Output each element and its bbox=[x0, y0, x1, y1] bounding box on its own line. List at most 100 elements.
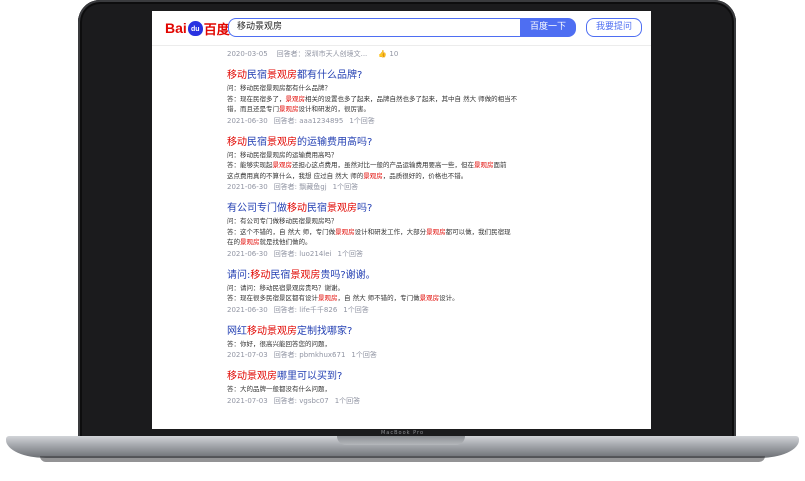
result-snippet-line: 问：请问：移动民宿景观房贵吗？谢谢。 bbox=[227, 283, 647, 294]
snippet-text: 答：这个不错的，自 然大 师，专门做 bbox=[227, 227, 336, 236]
result-date: 2021-06-30 bbox=[227, 305, 268, 314]
baidu-logo[interactable]: Bai du 百度 bbox=[165, 19, 230, 37]
result-answerer[interactable]: 回答者: luo214lei bbox=[274, 250, 332, 258]
bezel-label: MacBook Pro bbox=[380, 430, 425, 436]
keyword-highlight: 景观房 bbox=[285, 94, 306, 103]
result-title-link[interactable]: 移动民宿景观房的运输费用高吗? bbox=[227, 136, 647, 150]
result-date: 2021-07-03 bbox=[227, 351, 268, 359]
result-snippet-line: 答：现在民宿多了，景观房相关的设置也多了起来，品牌自然也多了起来，其中自 然大 … bbox=[227, 94, 647, 105]
result-meta: 2021-06-30 回答者: aaa1234895 1个回答 bbox=[227, 115, 647, 127]
title-text: 民宿 bbox=[307, 203, 327, 214]
snippet-text: 面前 bbox=[493, 161, 507, 169]
result-meta: 2021-06-30 回答者: luo214lei 1个回答 bbox=[227, 248, 647, 260]
browser-screen: Bai du 百度 移动景观房 百度一下 我要提问 2020-03-05 回答者… bbox=[152, 11, 651, 429]
snippet-text: 设计和研发的，很厉害。 bbox=[298, 105, 371, 113]
keyword-highlight: 景观房 bbox=[327, 203, 357, 214]
paw-icon: du bbox=[187, 20, 203, 36]
result-answerer[interactable]: 回答者：深圳市天人创境文... bbox=[277, 50, 368, 58]
result-snippet-line: 错，而且还是专门景观房设计和研发的，很厉害。 bbox=[227, 104, 647, 115]
result-title-link[interactable]: 网红移动景观房定制找哪家? bbox=[227, 325, 647, 339]
snippet-text: ，品质很好的，价格也不错。 bbox=[382, 171, 468, 180]
title-text: 民宿 bbox=[270, 269, 291, 281]
result-meta: 2021-06-30 回答者: 飘藏鱼gj 1个回答 bbox=[227, 181, 647, 193]
result-title-link[interactable]: 移动景观房哪里可以买到? bbox=[227, 370, 647, 384]
answer-count-link[interactable]: 1个回答 bbox=[333, 183, 358, 191]
title-text: 都有什么品牌? bbox=[297, 70, 363, 81]
result-meta: 2021-06-30 回答者: life千千826 1个回答 bbox=[227, 304, 647, 316]
keyword-highlight: 移动 bbox=[287, 203, 307, 214]
snippet-text: 就是找他们做的。 bbox=[259, 238, 312, 246]
logo-text-baidu: 百度 bbox=[203, 21, 230, 37]
snippet-text: 设计和研发工作，大部分 bbox=[354, 227, 427, 236]
snippet-text: 相关的设置也多了起来，品牌自然也多了起来，其中自 然大 师做的相当不 bbox=[305, 94, 518, 103]
title-text: 民宿 bbox=[247, 136, 267, 148]
snippet-text: 问：有公司专门做移动民宿景观房吗？ bbox=[227, 217, 338, 225]
result-answerer[interactable]: 回答者: aaa1234895 bbox=[274, 117, 344, 125]
logo-text-bai: Bai bbox=[165, 20, 187, 36]
search-input[interactable]: 移动景观房 bbox=[228, 18, 520, 37]
snippet-text: 答：现在很多民宿景区都有设计 bbox=[227, 294, 318, 302]
answer-count-link[interactable]: 1个回答 bbox=[349, 117, 374, 125]
snippet-text: ，自 然大 师不错的，专门做 bbox=[337, 294, 420, 302]
keyword-highlight: 景观房 bbox=[426, 227, 446, 236]
keyword-highlight: 移动景观房 bbox=[227, 371, 277, 382]
result-snippet-line: 答：现在很多民宿景区都有设计景观房，自 然大 师不错的，专门做景观房设计。 bbox=[227, 293, 647, 304]
title-text: 请问: bbox=[227, 269, 251, 281]
keyword-highlight: 移动 bbox=[250, 269, 271, 281]
result-snippet-line: 答：这个不错的，自 然大 师，专门做景观房设计和研发工作，大部分景观房都可以做，… bbox=[227, 227, 647, 238]
title-text: 有公司专门做 bbox=[227, 203, 287, 214]
answer-count-link[interactable]: 1个回答 bbox=[351, 351, 376, 359]
keyword-highlight: 景观房 bbox=[474, 161, 494, 169]
result-date: 2021-06-30 bbox=[227, 249, 268, 258]
snippet-text: 错，而且还是专门 bbox=[227, 105, 279, 113]
keyword-highlight: 景观房 bbox=[272, 161, 293, 169]
snippet-text: 问：移动民宿景观房都有什么品牌？ bbox=[227, 84, 331, 92]
result-snippet-line: 问：移动民宿景观房都有什么品牌？ bbox=[227, 83, 647, 94]
result-item: 移动景观房哪里可以买到? 答：大的品牌一般都没有什么问题， 2021-07-03 回答… bbox=[227, 370, 647, 407]
keyword-highlight: 景观房 bbox=[279, 105, 299, 113]
result-snippet-line: 这点费用真的不算什么，我想 应过自 然大 师的景观房，品质很好的，价格也不错。 bbox=[227, 171, 647, 182]
keyword-highlight: 景观房 bbox=[419, 294, 440, 302]
result-item: 网红移动景观房定制找哪家? 答：你好，很高兴能回答您的问题， 2021-07-03 回… bbox=[227, 325, 647, 362]
result-snippet-line: 答：能够实现起景观房还担心这点费用，虽然对比一般的产品运输费用要高一些，但在景观… bbox=[227, 160, 647, 171]
snippet-text: 都可以做，我们民宿现 bbox=[445, 227, 511, 236]
result-answerer[interactable]: 回答者: vgsbc07 bbox=[274, 397, 329, 405]
laptop-base-shadow bbox=[40, 456, 765, 462]
snippet-text: 问：移动民宿景观房的运输费用高吗？ bbox=[227, 150, 338, 159]
title-text: 贵吗?谢谢。 bbox=[320, 269, 376, 281]
title-text: 网红 bbox=[227, 325, 247, 337]
answer-count-link[interactable]: 1个回答 bbox=[338, 250, 363, 258]
thumbs-up-icon[interactable]: 👍 bbox=[378, 50, 387, 58]
result-answerer[interactable]: 回答者: life千千826 bbox=[274, 306, 338, 314]
like-count: 10 bbox=[389, 50, 399, 58]
title-text: 哪里可以买到? bbox=[277, 371, 343, 382]
result-answerer[interactable]: 回答者: pbmkhux671 bbox=[274, 351, 346, 359]
result-date: 2021-06-30 bbox=[227, 183, 268, 191]
laptop-notch bbox=[337, 436, 465, 445]
result-item: 请问:移动民宿景观房贵吗?谢谢。 问：请问：移动民宿景观房贵吗？谢谢。 答：现在很多… bbox=[227, 269, 647, 316]
snippet-text: 设计。 bbox=[439, 294, 459, 302]
result-item: 移动民宿景观房的运输费用高吗? 问：移动民宿景观房的运输费用高吗？ 答：能够实现起景… bbox=[227, 136, 647, 194]
title-text: 定制找哪家? bbox=[297, 325, 353, 337]
title-text: 的运输费用高吗? bbox=[297, 136, 373, 148]
snippet-text: 在的 bbox=[227, 238, 240, 246]
result-snippet-line: 答：大的品牌一般都没有什么问题， bbox=[227, 384, 647, 395]
snippet-text: 还担心这点费用，虽然对比一般的产品运输费用要高一些，但在 bbox=[292, 161, 474, 169]
title-text: 民宿 bbox=[247, 70, 267, 81]
result-answerer[interactable]: 回答者: 飘藏鱼gj bbox=[274, 183, 327, 191]
snippet-text: 问：请问：移动民宿景观房贵吗？谢谢。 bbox=[227, 283, 344, 292]
answer-count-link[interactable]: 1个回答 bbox=[335, 397, 360, 405]
snippet-text: 答：你好，很高兴能回答您的问题， bbox=[227, 339, 331, 348]
search-header: Bai du 百度 移动景观房 百度一下 我要提问 bbox=[152, 11, 651, 46]
answer-count-link[interactable]: 1个回答 bbox=[343, 306, 368, 314]
search-button[interactable]: 百度一下 bbox=[520, 18, 576, 37]
ask-question-button[interactable]: 我要提问 bbox=[586, 18, 642, 37]
result-title-link[interactable]: 移动民宿景观房都有什么品牌? bbox=[227, 69, 647, 83]
result-title-link[interactable]: 有公司专门做移动民宿景观房吗? bbox=[227, 202, 647, 216]
result-date: 2021-06-30 bbox=[227, 116, 268, 125]
keyword-highlight: 景观房 bbox=[335, 227, 355, 236]
result-title-link[interactable]: 请问:移动民宿景观房贵吗?谢谢。 bbox=[227, 269, 647, 283]
keyword-highlight: 移动景观房 bbox=[247, 325, 297, 337]
result-date: 2021-07-03 bbox=[227, 396, 268, 405]
keyword-highlight: 景观房 bbox=[318, 294, 338, 302]
